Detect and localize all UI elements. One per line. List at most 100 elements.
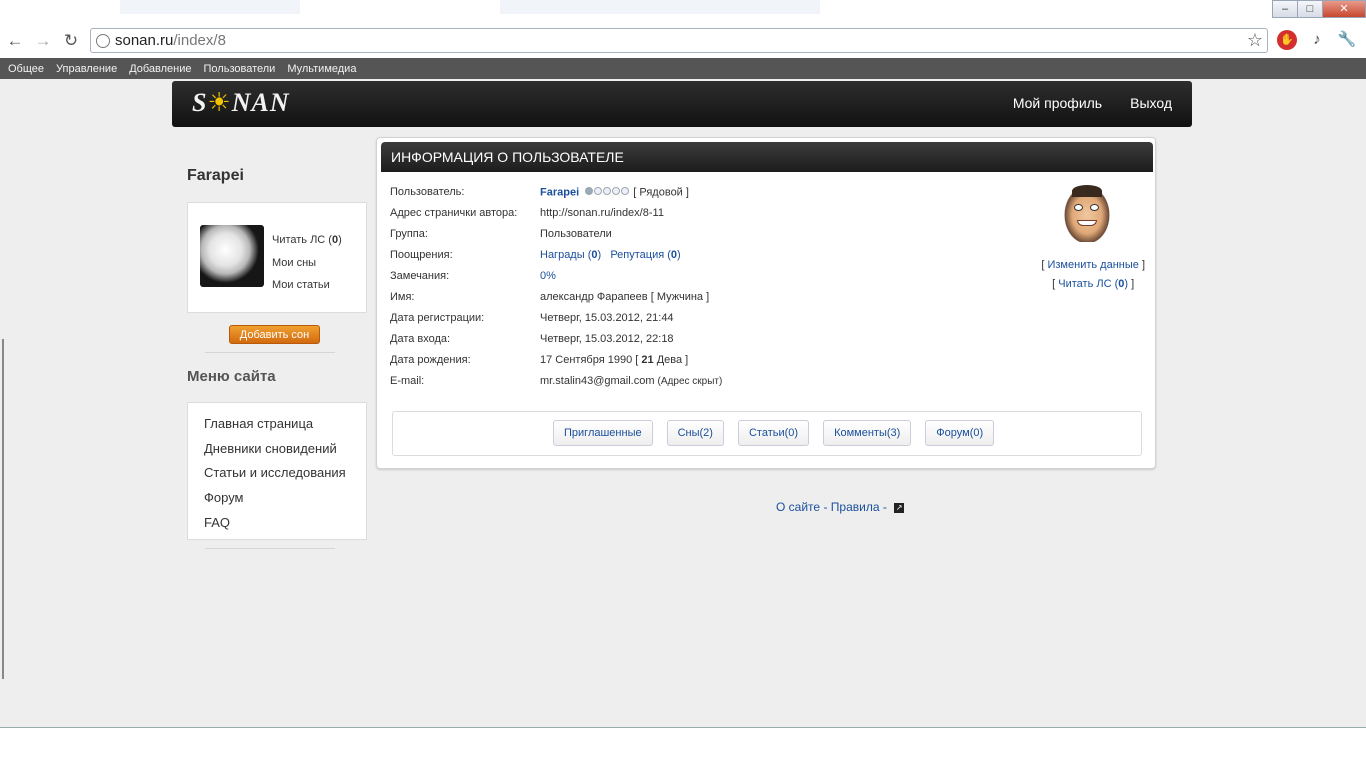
value-registered: Четверг, 15.03.2012, 21:44: [540, 312, 674, 324]
music-note-icon[interactable]: ♪: [1307, 30, 1327, 50]
footer-separator: -: [823, 500, 828, 514]
tab-forum[interactable]: Форум(0): [925, 420, 995, 446]
forward-icon[interactable]: →: [32, 30, 54, 52]
admin-menu-add[interactable]: Добавление: [129, 63, 191, 75]
profile-username-link[interactable]: Farapei: [540, 186, 579, 198]
header-nav: Мой профиль Выход: [985, 95, 1172, 111]
avatar-eye: [1074, 204, 1083, 211]
age: 21: [641, 354, 654, 366]
tab-dreams[interactable]: Сны(2): [666, 420, 724, 446]
rank-dot: [612, 187, 621, 195]
profile-actions: [ Изменить данные ] [ Читать ЛС (0) ]: [1041, 256, 1145, 294]
read-pm-link-right[interactable]: Читать ЛС (0): [1058, 278, 1128, 290]
tab-invited[interactable]: Приглашенные: [553, 420, 653, 446]
email-address: mr.stalin43@gmail.com: [540, 375, 655, 387]
reputation-close: ): [677, 249, 681, 261]
logo-letter-s: S: [192, 88, 208, 117]
footer-separator: -: [882, 500, 887, 514]
read-pm-suffix: ): [1124, 278, 1129, 290]
label-page-address: Адрес странички автора:: [390, 207, 518, 219]
title-bar-fragment: [500, 0, 820, 14]
browser-title-bar: – □ ✕: [0, 0, 1366, 26]
rules-link[interactable]: Правила: [831, 500, 880, 514]
read-pm-link[interactable]: Читать ЛС (0): [272, 229, 342, 252]
read-pm-prefix: Читать ЛС (: [272, 234, 332, 246]
bracket-close: ]: [1141, 259, 1145, 271]
avatar-hair: [1072, 185, 1102, 197]
awards-prefix: Награды (: [540, 249, 592, 261]
menu-item-home[interactable]: Главная страница: [204, 412, 366, 437]
close-button[interactable]: ✕: [1322, 0, 1366, 18]
edit-data-line: [ Изменить данные ]: [1041, 256, 1145, 275]
left-edge-line: [2, 339, 4, 679]
logo-letters-nan: NAN: [231, 88, 290, 117]
user-box: Читать ЛС (0) Мои сны Мои статьи: [187, 202, 367, 313]
avatar: [200, 225, 264, 287]
admin-bar: Общее Управление Добавление Пользователи…: [0, 58, 1366, 79]
read-pm-line: [ Читать ЛС (0) ]: [1041, 275, 1145, 294]
admin-menu-users[interactable]: Пользователи: [204, 63, 276, 75]
my-profile-link[interactable]: Мой профиль: [1013, 95, 1102, 111]
awards-link[interactable]: Награды (0): [540, 249, 601, 261]
menu-item-dream-diaries[interactable]: Дневники сновидений: [204, 437, 366, 462]
url-host: sonan.ru: [115, 32, 174, 49]
label-birthday: Дата рождения:: [390, 354, 471, 366]
user-info-panel: ИНФОРМАЦИЯ О ПОЛЬЗОВАТЕЛЕ Пользователь: …: [376, 137, 1156, 469]
rank-dots: [585, 182, 630, 203]
window-controls: – □ ✕: [1272, 0, 1366, 18]
browser-toolbar: ← → ↻ sonan.ru/index/8 ☆ ✋ ♪ 🔧: [0, 26, 1366, 56]
remarks-link[interactable]: 0%: [540, 266, 556, 287]
edit-data-link[interactable]: Изменить данные: [1047, 259, 1138, 271]
profile-tabs: Приглашенные Сны(2) Статьи(0) Комменты(3…: [553, 420, 1008, 446]
reputation-link[interactable]: Репутация (0): [610, 249, 680, 261]
site-menu-title: Меню сайта: [187, 368, 276, 385]
tab-comments[interactable]: Комменты(3): [823, 420, 912, 446]
label-email: E-mail:: [390, 375, 425, 387]
wrench-icon[interactable]: 🔧: [1337, 30, 1357, 50]
site-logo[interactable]: S☀NAN: [192, 88, 290, 118]
my-dreams-link[interactable]: Мои сны: [272, 252, 342, 275]
bracket-open: [: [1041, 259, 1045, 271]
value-name: александр Фарапеев [ Мужчина ]: [540, 287, 709, 308]
value-user: Farapei [ Рядовой ]: [540, 182, 689, 203]
avatar-eye: [1090, 204, 1099, 211]
tab-articles[interactable]: Статьи(0): [737, 420, 810, 446]
external-link-icon[interactable]: ↗: [894, 502, 905, 513]
label-name: Имя:: [390, 291, 415, 303]
page-body: S☀NAN Мой профиль Выход Farapei Читать Л…: [0, 79, 1366, 728]
back-icon[interactable]: ←: [4, 30, 26, 52]
bookmark-star-icon[interactable]: ☆: [1247, 30, 1263, 51]
minimize-button[interactable]: –: [1272, 0, 1298, 18]
birthday-bracket-open: [: [635, 354, 639, 366]
admin-menu-multimedia[interactable]: Мультимедиа: [287, 63, 356, 75]
my-articles-link[interactable]: Мои статьи: [272, 274, 342, 297]
address-bar[interactable]: sonan.ru/index/8 ☆: [90, 28, 1268, 53]
adblock-stop-icon[interactable]: ✋: [1277, 30, 1297, 50]
admin-menu-management[interactable]: Управление: [56, 63, 117, 75]
sidebar-divider: [205, 352, 335, 353]
sun-icon: ☀: [207, 88, 232, 117]
label-user: Пользователь:: [390, 186, 465, 198]
avatar-mouth: [1077, 220, 1097, 226]
zodiac: Дева ]: [656, 354, 689, 366]
admin-menu-general[interactable]: Общее: [8, 63, 44, 75]
value-birthday: 17 Сентября 1990 [ 21 Дева ]: [540, 350, 688, 371]
site-menu: Главная страница Дневники сновидений Ста…: [187, 402, 367, 540]
logout-link[interactable]: Выход: [1130, 95, 1172, 111]
label-remarks: Замечания:: [390, 270, 450, 282]
bracket-close: ]: [1131, 278, 1135, 290]
reputation-prefix: Репутация (: [610, 249, 671, 261]
menu-item-forum[interactable]: Форум: [204, 486, 366, 511]
reload-icon[interactable]: ↻: [60, 30, 82, 52]
maximize-button[interactable]: □: [1297, 0, 1323, 18]
url-text[interactable]: sonan.ru/index/8: [115, 32, 226, 49]
menu-item-articles[interactable]: Статьи и исследования: [204, 461, 366, 486]
user-links: Читать ЛС (0) Мои сны Мои статьи: [272, 229, 342, 297]
rank-dot: [594, 187, 603, 195]
value-rewards: Награды (0) Репутация (0): [540, 245, 681, 266]
site-header: S☀NAN Мой профиль Выход: [172, 81, 1192, 127]
gender: [ Мужчина ]: [650, 291, 710, 303]
add-dream-button[interactable]: Добавить сон: [229, 325, 320, 344]
menu-item-faq[interactable]: FAQ: [204, 511, 366, 536]
about-link[interactable]: О сайте: [776, 500, 820, 514]
